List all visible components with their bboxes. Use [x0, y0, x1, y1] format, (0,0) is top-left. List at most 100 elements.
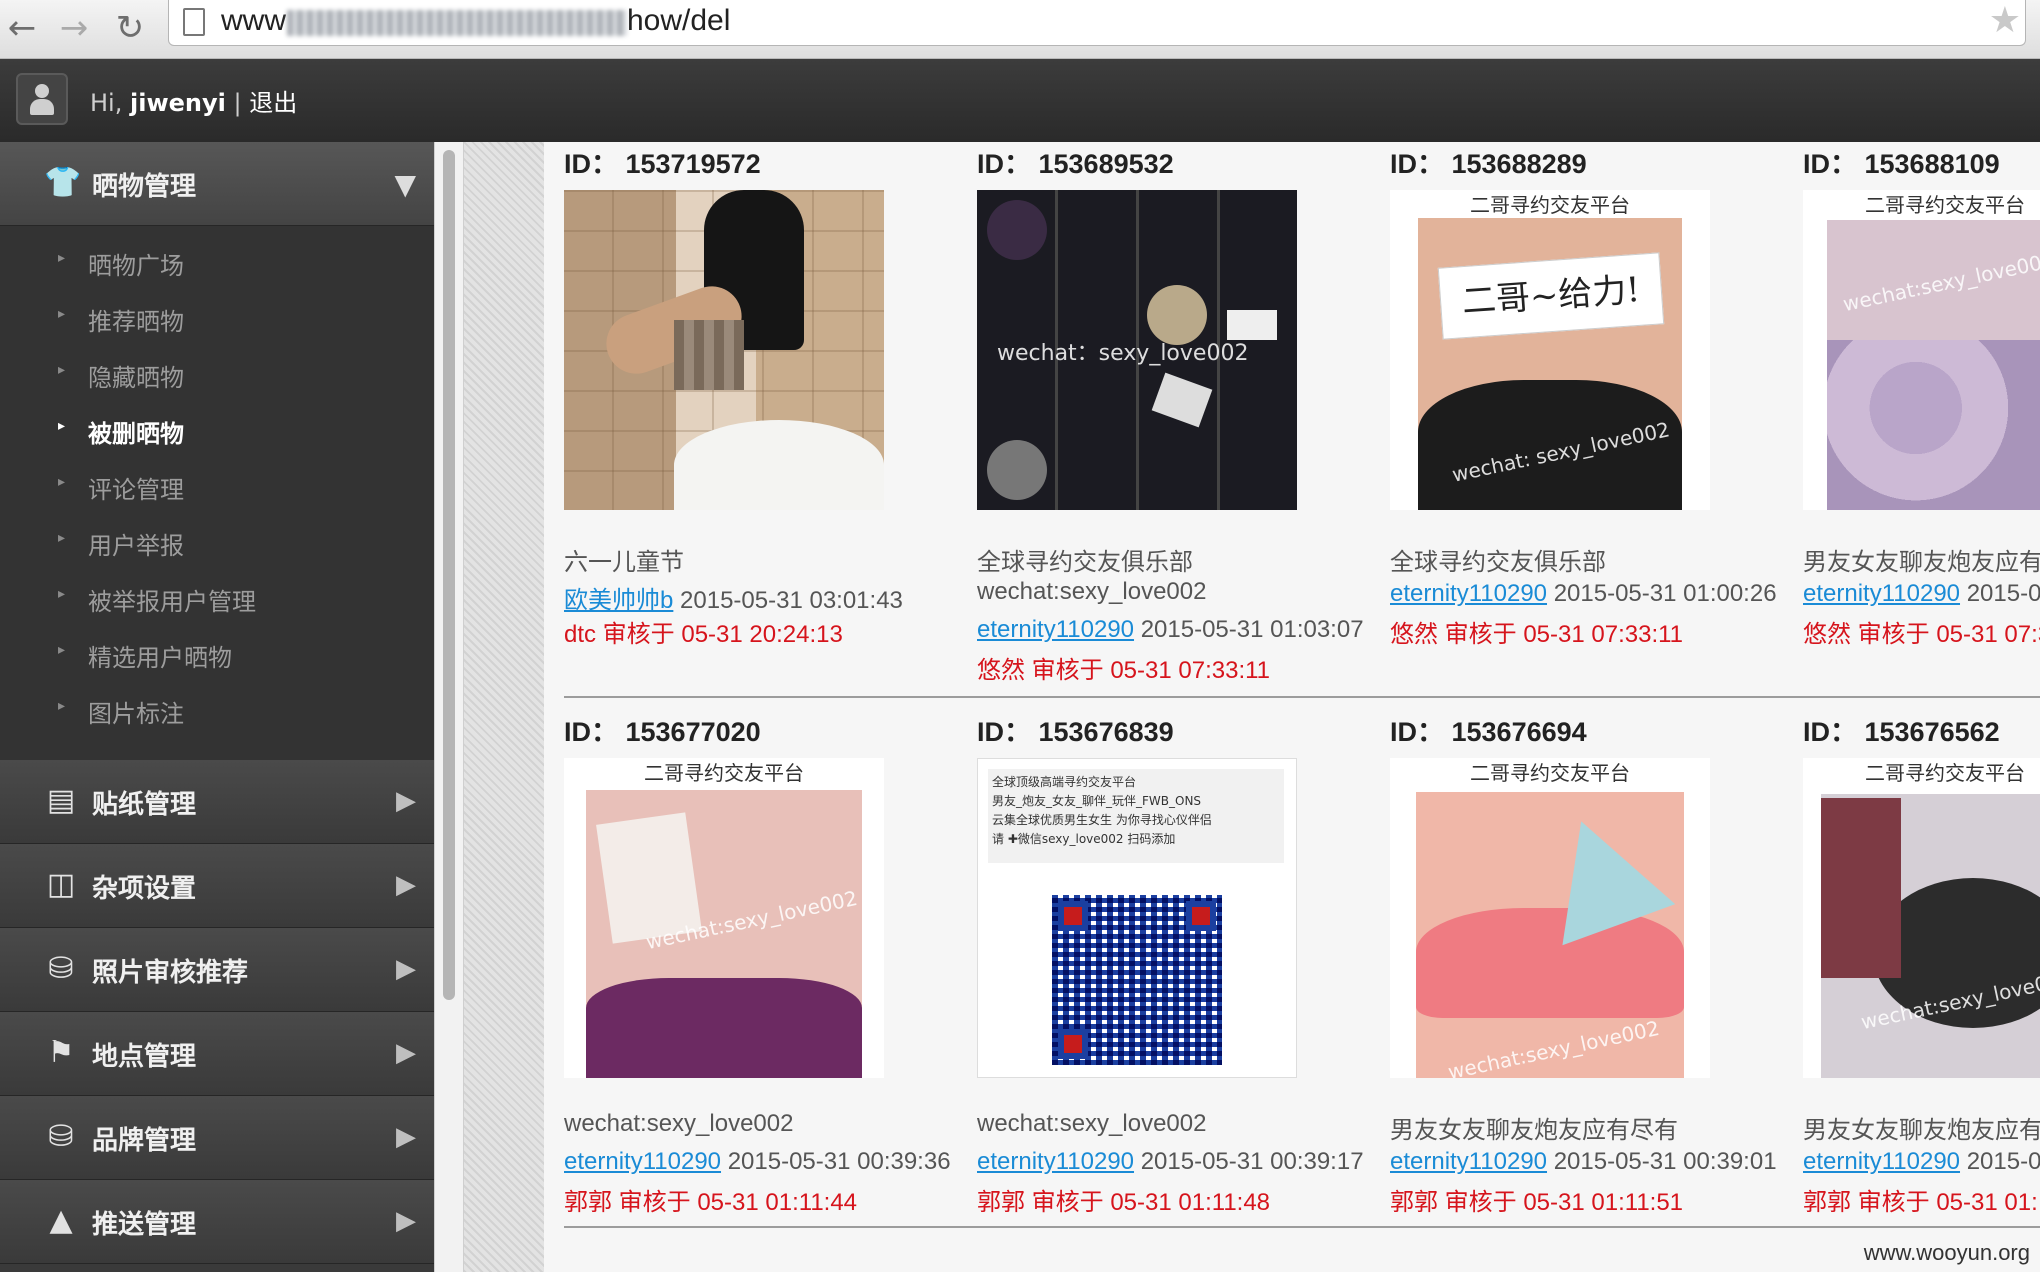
sidebar-scrollbar[interactable] — [434, 142, 464, 1272]
menu-location-management[interactable]: ⚑ 地点管理 ▶ — [0, 1012, 434, 1096]
review-info: 郭郭 审核于 05-31 01:11:44 — [564, 1189, 858, 1216]
submenu-label: 晒物广场 — [88, 252, 184, 280]
post-thumbnail[interactable] — [564, 190, 884, 510]
post-thumbnail[interactable]: wechat：sexy_love002 — [977, 190, 1297, 510]
post-thumbnail[interactable]: 二哥寻约交友平台 wechat:sexy_love002 — [1390, 758, 1710, 1078]
post-meta: eternity110290 2015-0 — [1803, 580, 2040, 608]
post-title: 全球寻约交友俱乐部 — [1390, 549, 1606, 576]
menu-brand-management[interactable]: ⛁ 品牌管理 ▶ — [0, 1096, 434, 1180]
submenu-item[interactable]: ▸ 评论管理 — [0, 458, 434, 514]
post-author-link[interactable]: eternity110290 — [977, 1148, 1134, 1175]
post-id: ID： 153688109 — [1803, 149, 2000, 179]
post-card: ID： 153719572 六一儿童节 欧美帅帅b 2015-05-31 03:… — [544, 142, 954, 702]
submenu-label: 被删晒物 — [88, 420, 184, 448]
post-thumbnail[interactable]: 二哥寻约交友平台 wechat:sexy_love002 — [1803, 190, 2040, 510]
post-author-link[interactable]: eternity110290 — [1803, 580, 1960, 607]
post-time: 2015-05-31 03:01:43 — [680, 587, 903, 614]
submenu-item[interactable]: ▸ 用户举报 — [0, 514, 434, 570]
bullet-icon: ▸ — [58, 474, 66, 490]
chevron-right-icon: ▶ — [396, 870, 416, 900]
submenu-item-active[interactable]: ▸ 被删晒物 — [0, 402, 434, 458]
submenu-item[interactable]: ▸ 推荐晒物 — [0, 290, 434, 346]
submenu-item[interactable]: ▸ 图片标注 — [0, 682, 434, 738]
thumb-banner: 二哥寻约交友平台 — [564, 758, 884, 788]
shirt-icon: 👕 — [44, 165, 82, 200]
post-id: ID： 153676839 — [977, 717, 1174, 747]
post-author-link[interactable]: eternity110290 — [1390, 580, 1547, 607]
post-meta: eternity110290 2015-05-31 01:03:07 — [977, 616, 1364, 644]
post-meta: eternity110290 2015-05-31 00:39:36 — [564, 1148, 951, 1176]
sticker-icon: ▤ — [46, 783, 76, 818]
content-gutter — [464, 142, 544, 1272]
post-author-link[interactable]: 欧美帅帅b — [564, 587, 673, 614]
thumb-banner: 二哥寻约交友平台 — [1390, 190, 1710, 220]
submenu-item[interactable]: ▸ 晒物广场 — [0, 234, 434, 290]
submenu-item[interactable]: ▸ 隐藏晒物 — [0, 346, 434, 402]
menu-sticker-management[interactable]: ▤ 贴纸管理 ▶ — [0, 760, 434, 844]
back-arrow-icon[interactable]: ← — [0, 6, 44, 50]
post-thumbnail[interactable]: 二哥寻约交友平台 wechat:sexy_love002 — [564, 758, 884, 1078]
post-title: 男友女友聊友炮友应有 — [1803, 549, 2040, 576]
submenu-label: 被举报用户管理 — [88, 588, 256, 616]
post-author-link[interactable]: eternity110290 — [977, 616, 1134, 643]
reload-icon[interactable]: ↻ — [108, 6, 152, 50]
bullet-icon: ▸ — [58, 698, 66, 714]
watermark: wechat：sexy_love002 — [997, 341, 1249, 366]
post-card: ID： 153676694 二哥寻约交友平台 wechat:sexy_love0… — [1370, 710, 1780, 1270]
post-time: 2015-0 — [1966, 1148, 2040, 1175]
menu-misc-settings[interactable]: ◫ 杂项设置 ▶ — [0, 844, 434, 928]
username: jiwenyi — [129, 89, 226, 117]
thumb-banner: 二哥寻约交友平台 — [1390, 758, 1710, 788]
submenu-label: 评论管理 — [88, 476, 184, 504]
chevron-right-icon: ▶ — [396, 786, 416, 816]
site-watermark: www.wooyun.org — [1863, 1240, 2030, 1265]
review-info: 郭郭 审核于 05-31 01:11:51 — [1390, 1189, 1684, 1216]
user-greeting: Hi, jiwenyi | 退出 — [90, 83, 297, 118]
post-time: 2015-05-31 00:39:36 — [727, 1148, 951, 1175]
submenu-item[interactable]: ▸ 被举报用户管理 — [0, 570, 434, 626]
chevron-down-icon: ▼ — [394, 168, 416, 201]
qr-line: 男友_炮友_女友_聊伴_玩伴_FWB_ONS — [992, 794, 1202, 808]
address-bar[interactable]: www how/del ★ — [168, 0, 2026, 46]
post-meta: 欧美帅帅b 2015-05-31 03:01:43 — [564, 580, 903, 615]
menu-show-management[interactable]: 👕 晒物管理 ▼ — [0, 142, 434, 226]
post-thumbnail[interactable]: 二哥寻约交友平台 二哥~给力! wechat: sexy_love002 — [1390, 190, 1710, 510]
post-id: ID： 153688289 — [1390, 149, 1587, 179]
forward-arrow-icon[interactable]: → — [52, 6, 96, 50]
row-divider — [564, 696, 2040, 698]
sidebar: 👕 晒物管理 ▼ ▸ 晒物广场 ▸ 推荐晒物 ▸ 隐藏晒物 ▸ 被删晒物 ▸ 评论管理 ▸… — [0, 142, 434, 1272]
logout-link[interactable]: 退出 — [249, 89, 297, 117]
menu-push-management[interactable]: ▲ 推送管理 ▶ — [0, 1180, 434, 1264]
thumb-banner: 二哥寻约交友平台 — [1803, 190, 2040, 220]
scrollbar-thumb[interactable] — [443, 150, 455, 1000]
trophy-icon: ⛁ — [48, 951, 74, 986]
bullet-icon: ▸ — [58, 586, 66, 602]
post-id: ID： 153689532 — [977, 149, 1174, 179]
post-title: wechat:sexy_love002 — [564, 1110, 794, 1137]
qr-line: 全球顶级高端寻约交友平台 — [992, 775, 1137, 789]
post-author-link[interactable]: eternity110290 — [564, 1148, 721, 1175]
submenu-label: 隐藏晒物 — [88, 364, 184, 392]
submenu-label: 推荐晒物 — [88, 308, 184, 336]
post-thumbnail[interactable]: 二哥寻约交友平台 wechat:sexy_love002 — [1803, 758, 2040, 1078]
post-author-link[interactable]: eternity110290 — [1390, 1148, 1547, 1175]
thumb-banner: 二哥寻约交友平台 — [1803, 758, 2040, 788]
menu-label: 照片审核推荐 — [92, 958, 249, 988]
post-author-link[interactable]: eternity110290 — [1803, 1148, 1960, 1175]
review-info: dtc 审核于 05-31 20:24:13 — [564, 621, 843, 648]
greeting-text: Hi, — [90, 89, 123, 117]
bullet-icon: ▸ — [58, 642, 66, 658]
post-id: ID： 153676694 — [1390, 717, 1587, 747]
post-title: 六一儿童节 — [564, 549, 684, 576]
post-time: 2015-05-31 01:03:07 — [1140, 616, 1364, 643]
menu-label: 晒物管理 — [92, 172, 197, 202]
submenu-item[interactable]: ▸ 精选用户晒物 — [0, 626, 434, 682]
review-info: 郭郭 审核于 05-31 01:11:48 — [977, 1189, 1271, 1216]
post-title: wechat:sexy_love002 — [977, 1110, 1207, 1137]
bookmark-star-icon[interactable]: ★ — [1989, 0, 2021, 41]
menu-photo-review[interactable]: ⛁ 照片审核推荐 ▶ — [0, 928, 434, 1012]
qr-promo-text: 全球顶级高端寻约交友平台 男友_炮友_女友_聊伴_玩伴_FWB_ONS 云集全球… — [988, 769, 1284, 863]
post-thumbnail[interactable]: 全球顶级高端寻约交友平台 男友_炮友_女友_聊伴_玩伴_FWB_ONS 云集全球… — [977, 758, 1297, 1078]
post-meta: eternity110290 2015-0 — [1803, 1148, 2040, 1176]
post-meta: eternity110290 2015-05-31 00:39:01 — [1390, 1148, 1777, 1176]
